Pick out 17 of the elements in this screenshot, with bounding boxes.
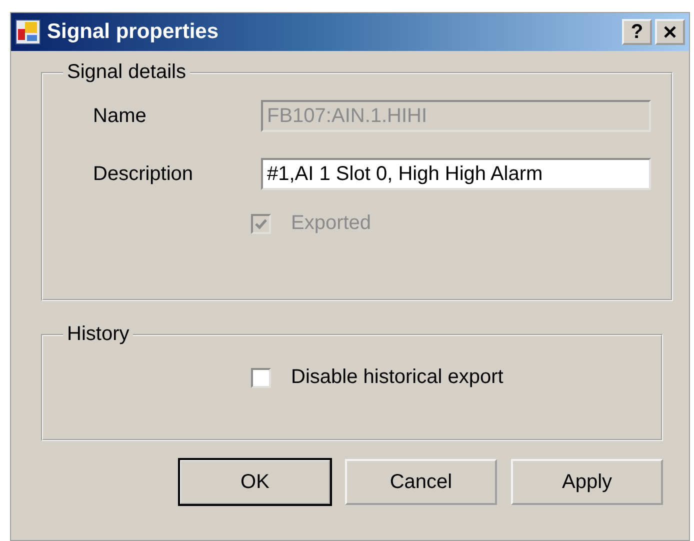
dialog-button[interactable]: Cancel	[345, 459, 497, 505]
close-button[interactable]	[655, 19, 685, 45]
dialog-button[interactable]: OK	[179, 459, 331, 505]
field-label: Description	[93, 162, 194, 186]
window-title: Signal properties	[47, 20, 220, 44]
checkbox-label: Exported	[291, 212, 372, 235]
input-field[interactable]: #1,AI 1 Slot 0, High High Alarm	[261, 158, 651, 190]
checkbox[interactable]	[251, 368, 271, 388]
close-icon	[663, 25, 677, 39]
app-icon	[15, 19, 41, 45]
group-title: Signal details	[66, 61, 187, 84]
group-title: History	[66, 323, 130, 346]
dialog-button[interactable]: Apply	[511, 459, 663, 505]
checkbox-label: Disable historical export	[291, 366, 504, 389]
field-label: Name	[93, 104, 148, 128]
help-button[interactable]: ?	[622, 19, 652, 45]
checkmark-icon	[254, 216, 268, 230]
